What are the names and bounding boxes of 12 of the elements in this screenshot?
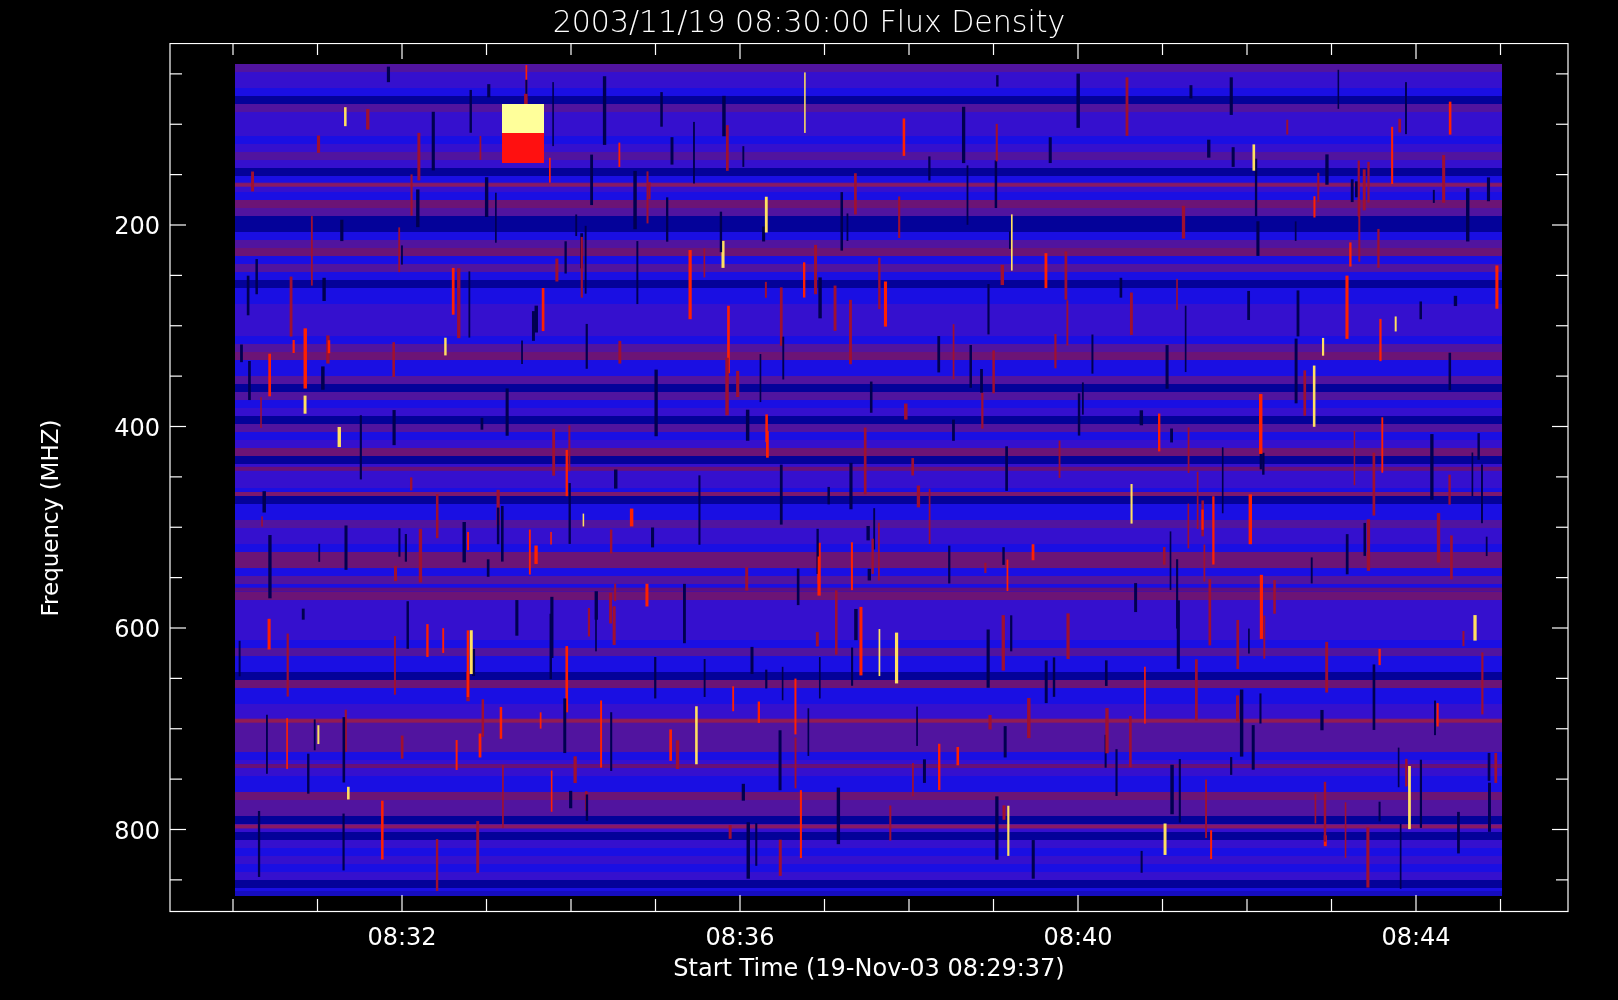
x-tick-label: 08:44 — [1381, 923, 1451, 951]
y-axis-label: Frequency (MHZ) — [37, 419, 63, 617]
burst-block — [502, 104, 544, 163]
plot-title: 2003/11/19 08:30:00 Flux Density — [551, 2, 1067, 41]
y-tick-label: 400 — [114, 413, 160, 442]
x-axis-label: Start Time (19-Nov-03 08:29:37) — [672, 953, 1065, 984]
y-tick-label: 600 — [114, 615, 160, 643]
x-tick-label: 08:32 — [367, 923, 437, 951]
y-tick-label: 200 — [114, 212, 160, 240]
x-tick-label: 08:36 — [705, 923, 775, 951]
x-tick-label: 08:40 — [1043, 923, 1113, 951]
y-tick-label: 800 — [114, 816, 160, 845]
